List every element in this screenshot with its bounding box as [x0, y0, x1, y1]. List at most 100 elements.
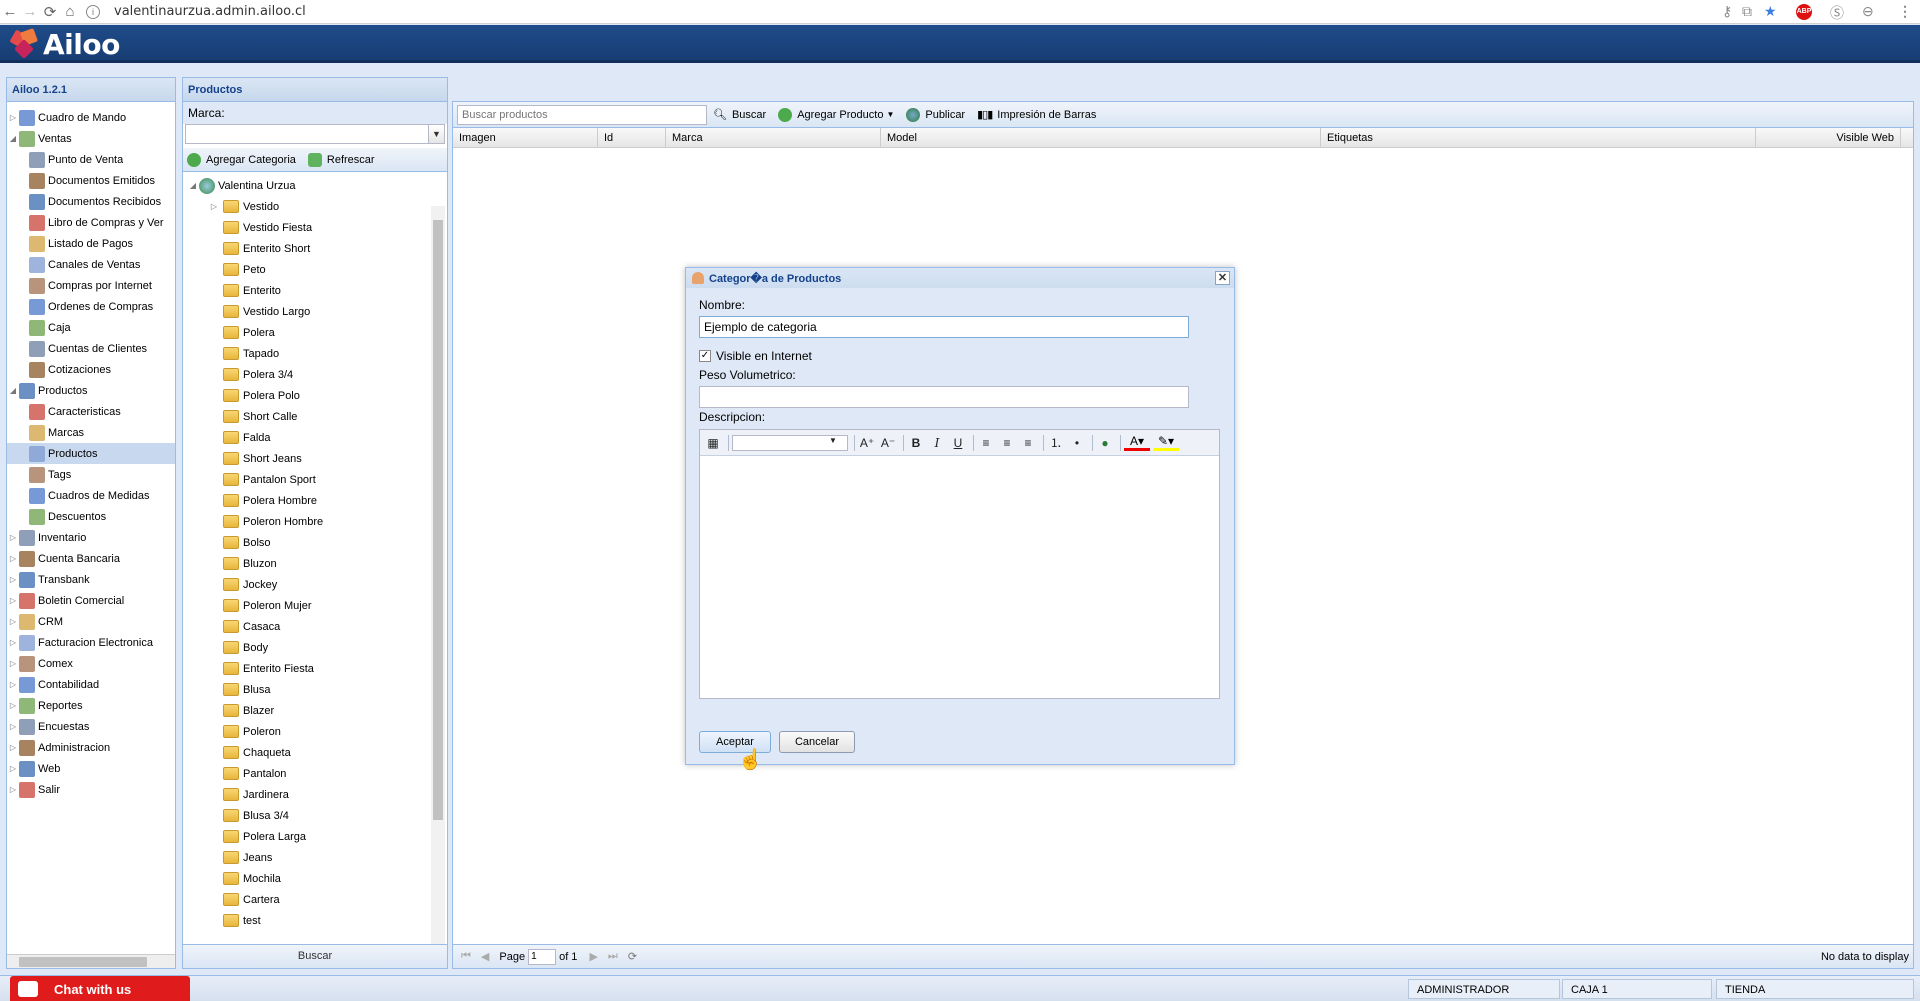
sidebar-item-administracion[interactable]: ▷ Administracion	[7, 737, 175, 758]
grid-column-marca[interactable]: Marca	[666, 128, 881, 147]
sidebar-item-caja[interactable]: Caja	[7, 317, 175, 338]
grid-column-etiquetas[interactable]: Etiquetas	[1321, 128, 1756, 147]
add-product-button[interactable]: Agregar Producto ▼	[778, 107, 894, 122]
sidebar-item-caracteristicas[interactable]: Caracteristicas	[7, 401, 175, 422]
sidebar-item-compras-por-internet[interactable]: Compras por Internet	[7, 275, 175, 296]
sidebar-item-productos[interactable]: Productos	[7, 443, 175, 464]
category-item[interactable]: Jeans	[205, 847, 272, 868]
category-item[interactable]: Vestido Largo	[205, 301, 310, 322]
category-item[interactable]: Pantalon Sport	[205, 469, 316, 490]
expand-arrow-icon[interactable]: ▷	[7, 743, 19, 752]
category-item[interactable]: Blazer	[205, 700, 274, 721]
category-item[interactable]: Short Calle	[205, 406, 297, 427]
category-item[interactable]: Polera Larga	[205, 826, 306, 847]
sidebar-item-documentos-emitidos[interactable]: Documentos Emitidos	[7, 170, 175, 191]
category-item[interactable]: Short Jeans	[205, 448, 302, 469]
sidebar-item-cotizaciones[interactable]: Cotizaciones	[7, 359, 175, 380]
category-item[interactable]: Body	[205, 637, 268, 658]
brand-select[interactable]: ▼	[185, 124, 445, 144]
sidebar-item-contabilidad[interactable]: ▷ Contabilidad	[7, 674, 175, 695]
grid-column-imagen[interactable]: Imagen	[453, 128, 598, 147]
category-item[interactable]: ▷ Vestido	[205, 196, 279, 217]
weight-field[interactable]	[699, 386, 1189, 408]
source-edit-icon[interactable]: ▦	[704, 436, 722, 450]
sidebar-item-crm[interactable]: ▷ CRM	[7, 611, 175, 632]
add-category-button[interactable]: Agregar Categoria	[187, 152, 296, 167]
sidebar-item-productos[interactable]: ◢ Productos	[7, 380, 175, 401]
close-icon[interactable]: ✕	[1215, 271, 1230, 285]
sidebar-item-canales-de-ventas[interactable]: Canales de Ventas	[7, 254, 175, 275]
category-item[interactable]: Poleron Hombre	[205, 511, 323, 532]
sidebar-item-cuadros-de-medidas[interactable]: Cuadros de Medidas	[7, 485, 175, 506]
refresh-button[interactable]: Refrescar	[307, 152, 375, 167]
collapse-arrow-icon[interactable]: ◢	[187, 181, 199, 190]
expand-arrow-icon[interactable]: ▷	[7, 575, 19, 584]
sidebar-item-inventario[interactable]: ▷ Inventario	[7, 527, 175, 548]
scroll-thumb[interactable]	[19, 957, 147, 967]
key-icon[interactable]: ⚷	[1722, 3, 1732, 20]
expand-arrow-icon[interactable]: ▷	[7, 533, 19, 542]
category-item[interactable]: Polera	[205, 322, 275, 343]
skype-icon[interactable]: Ⓢ	[1830, 3, 1844, 23]
category-item[interactable]: Enterito	[205, 280, 281, 301]
grid-column-id[interactable]: Id	[598, 128, 666, 147]
expand-arrow-icon[interactable]: ▷	[7, 701, 19, 710]
publish-button[interactable]: Publicar	[906, 107, 965, 122]
category-search-button[interactable]: Buscar	[183, 944, 447, 968]
expand-arrow-icon[interactable]: ▷	[7, 680, 19, 689]
sidebar-item-listado-de-pagos[interactable]: Listado de Pagos	[7, 233, 175, 254]
expand-arrow-icon[interactable]: ▷	[7, 785, 19, 794]
category-v-scrollbar[interactable]	[431, 206, 445, 968]
forward-icon[interactable]: →	[20, 3, 40, 20]
sidebar-item-boletin-comercial[interactable]: ▷ Boletin Comercial	[7, 590, 175, 611]
category-item[interactable]: Vestido Fiesta	[205, 217, 312, 238]
category-item[interactable]: Bolso	[205, 532, 271, 553]
sidebar-item-transbank[interactable]: ▷ Transbank	[7, 569, 175, 590]
search-button[interactable]: 🔍︎ Buscar	[713, 108, 766, 122]
category-item[interactable]: Blusa 3/4	[205, 805, 289, 826]
sidebar-item-cuentas-de-clientes[interactable]: Cuentas de Clientes	[7, 338, 175, 359]
home-icon[interactable]: ⌂	[60, 3, 80, 20]
sidebar-item-salir[interactable]: ▷ Salir	[7, 779, 175, 800]
page-number-input[interactable]	[528, 948, 557, 965]
highlight-color-icon[interactable]: ✎▾	[1153, 434, 1179, 451]
reload-icon[interactable]: ⟳	[40, 3, 60, 21]
collapse-arrow-icon[interactable]: ◢	[7, 134, 19, 143]
expand-arrow-icon[interactable]: ▷	[7, 113, 19, 122]
name-field[interactable]	[699, 316, 1189, 338]
font-family-select[interactable]: ▼	[732, 434, 848, 451]
app-logo[interactable]: Ailoo	[9, 28, 120, 61]
scroll-thumb[interactable]	[433, 220, 443, 820]
category-root[interactable]: ◢ Valentina Urzua	[187, 175, 295, 196]
extension-icon[interactable]: ⊖	[1862, 3, 1874, 20]
last-page-icon[interactable]: ⏭	[608, 950, 618, 963]
sidebar-item-documentos-recibidos[interactable]: Documentos Recibidos	[7, 191, 175, 212]
bold-icon[interactable]: B	[907, 436, 925, 450]
category-item[interactable]: Blusa	[205, 679, 271, 700]
sidebar-item-facturacion-electronica[interactable]: ▷ Facturacion Electronica	[7, 632, 175, 653]
sidebar-item-cuadro-de-mando[interactable]: ▷ Cuadro de Mando	[7, 107, 175, 128]
product-search-input[interactable]	[457, 104, 707, 125]
expand-arrow-icon[interactable]: ▷	[7, 596, 19, 605]
sidebar-item-cuenta-bancaria[interactable]: ▷ Cuenta Bancaria	[7, 548, 175, 569]
expand-arrow-icon[interactable]: ▷	[7, 722, 19, 731]
back-icon[interactable]: ←	[0, 3, 20, 20]
align-left-icon[interactable]: ≡	[977, 436, 995, 450]
sidebar-item-ordenes-de-compras[interactable]: Ordenes de Compras	[7, 296, 175, 317]
underline-icon[interactable]: U	[949, 436, 967, 450]
category-item[interactable]: Mochila	[205, 868, 281, 889]
visible-internet-checkbox[interactable]: ✓	[699, 350, 711, 362]
category-item[interactable]: Casaca	[205, 616, 280, 637]
sidebar-item-marcas[interactable]: Marcas	[7, 422, 175, 443]
category-item[interactable]: Bluzon	[205, 553, 277, 574]
prev-page-icon[interactable]: ◀	[481, 950, 489, 963]
category-item[interactable]: Poleron Mujer	[205, 595, 311, 616]
category-item[interactable]: Polera Hombre	[205, 490, 317, 511]
refresh-icon[interactable]: ⟳	[628, 950, 637, 963]
align-right-icon[interactable]: ≡	[1019, 436, 1037, 450]
expand-arrow-icon[interactable]: ▷	[7, 554, 19, 563]
expand-arrow-icon[interactable]: ▷	[7, 617, 19, 626]
category-item[interactable]: Jardinera	[205, 784, 289, 805]
category-item[interactable]: Poleron	[205, 721, 281, 742]
sidebar-item-descuentos[interactable]: Descuentos	[7, 506, 175, 527]
